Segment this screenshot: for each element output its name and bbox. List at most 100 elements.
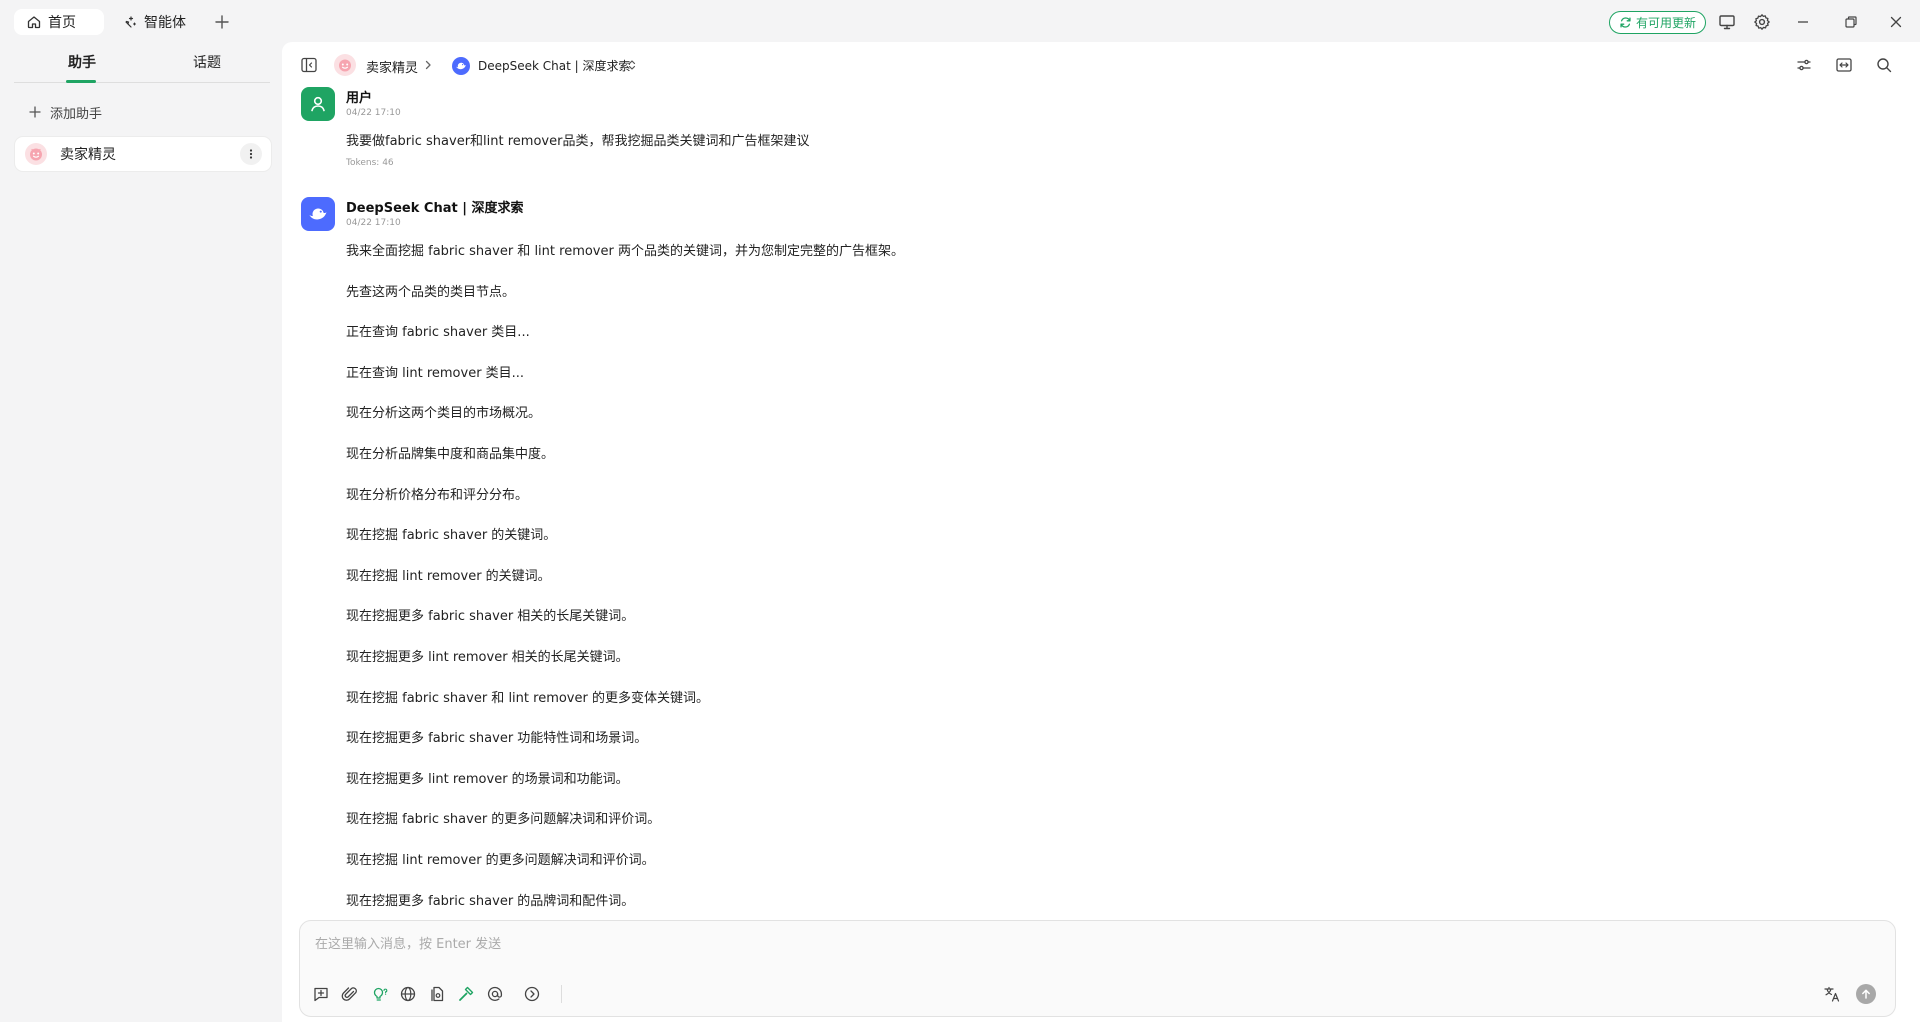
attachment-button[interactable] [341,985,359,1003]
message-list: 用户 04/22 17:10 我要做fabric shaver和lint rem… [282,82,1920,912]
sidebar-item-seller-elf[interactable]: 卖家精灵 [15,137,271,171]
monitor-icon [1719,15,1735,30]
chevron-right-icon [422,59,434,71]
title-bar: 首页 智能体 有可用更新 [0,0,1920,42]
message-paragraph: 现在挖掘 fabric shaver 的更多问题解决词和评价词。 [346,812,661,827]
mcp-tools-icon [459,986,474,1001]
tab-agents-label: 智能体 [144,15,186,31]
message-paragraph: 先查这两个品类的类目节点。 [346,285,516,300]
tab-agents[interactable]: 智能体 [118,9,204,35]
toggle-sidebar-button[interactable] [300,56,320,76]
web-search-icon [400,986,416,1002]
more-tools-button[interactable] [523,985,541,1003]
add-assistant-button[interactable]: 添加助手 [28,100,102,124]
attachment-icon [341,987,357,1001]
send-button[interactable] [1856,984,1876,1004]
sidebar-tab-topics[interactable]: 话题 [193,52,221,72]
model-selector[interactable]: DeepSeek Chat | 深度求索 [478,57,631,74]
message-paragraph: 现在挖掘 lint remover 的关键词。 [346,569,551,584]
sliders-icon [1797,59,1811,71]
update-available-button[interactable]: 有可用更新 [1609,11,1706,34]
message-time: 04/22 17:10 [346,108,401,118]
mention-model-icon [487,986,503,1001]
web-search-button[interactable] [399,985,417,1003]
mcp-tools-button[interactable] [457,985,475,1003]
new-topic-button[interactable] [312,985,330,1003]
more-icon [524,986,540,1002]
message-paragraph: 现在挖掘更多 lint remover 的场景词和功能词。 [346,772,629,787]
home-icon [26,14,42,30]
minimize-icon [1798,21,1808,23]
tab-home-label: 首页 [48,15,76,31]
message-paragraph: 现在挖掘更多 fabric shaver 相关的长尾关键词。 [346,609,635,624]
seller-elf-avatar [25,143,47,165]
deepseek-logo-icon [452,57,470,75]
knowledge-base-icon [431,986,444,1002]
message-paragraph: 现在分析这两个类目的市场概况。 [346,406,542,421]
new-tab-button[interactable] [212,12,232,32]
message-paragraph: 现在挖掘 lint remover 的更多问题解决词和评价词。 [346,853,655,868]
message-text: 我要做fabric shaver和lint remover品类，帮我挖掘品类关键… [346,134,810,149]
reasoning-bulb-icon [373,987,388,1001]
sidebar: 助手 话题 添加助手 卖家精灵 [0,42,282,1022]
deepseek-logo-icon [309,208,327,220]
reasoning-button[interactable] [370,985,388,1003]
assistant-avatar [334,54,356,76]
update-label: 有可用更新 [1635,16,1696,30]
sidebar-tab-assistants[interactable]: 助手 [68,52,96,72]
message-paragraph: 现在挖掘 fabric shaver 和 lint remover 的更多变体关… [346,691,709,706]
chat-main: 卖家精灵 DeepSeek Chat | 深度求索 用户 04/22 17:10… [282,42,1920,1022]
close-button[interactable] [1886,12,1906,32]
search-button[interactable] [1875,56,1895,76]
knowledge-base-button[interactable] [428,985,446,1003]
message-paragraph: 现在挖掘更多 fabric shaver 功能特性词和场景词。 [346,731,648,746]
settings-button[interactable] [1752,12,1772,32]
mention-model-button[interactable] [486,985,504,1003]
monitor-button[interactable] [1717,12,1737,32]
chat-settings-button[interactable] [1795,56,1815,76]
message-paragraph: 现在挖掘 fabric shaver 的关键词。 [346,528,557,543]
active-tab-indicator [66,80,96,83]
message-time: 04/22 17:10 [346,218,401,228]
message-paragraph: 正在查询 lint remover 类目... [346,366,525,381]
message-tokens: Tokens: 46 [346,158,394,168]
close-icon [1890,16,1902,28]
new-topic-icon [314,987,328,1002]
refresh-icon [1619,16,1632,29]
user-avatar [301,87,335,121]
message-author: DeepSeek Chat | 深度求索 [346,201,524,216]
sidebar-item-label: 卖家精灵 [60,147,116,163]
breadcrumb-assistant[interactable]: 卖家精灵 [366,57,418,76]
sidebar-collapse-icon [301,57,317,73]
chevron-updown-icon[interactable] [626,59,638,71]
message-paragraph: 现在分析价格分布和评分分布。 [346,488,529,503]
user-icon [311,96,325,112]
add-assistant-label: 添加助手 [50,106,103,122]
message-paragraph: 我来全面挖掘 fabric shaver 和 lint remover 两个品类… [346,244,904,259]
toolbar-divider [561,985,562,1003]
assistant-more-button[interactable] [240,143,262,165]
translate-button[interactable] [1823,985,1841,1003]
message-paragraph: 现在挖掘更多 fabric shaver 的品牌词和配件词。 [346,894,635,909]
translate-icon [1824,986,1840,1002]
more-vertical-icon [249,149,253,159]
restore-button[interactable] [1841,12,1861,32]
fullscreen-button[interactable] [1835,56,1855,76]
send-icon [1862,989,1870,999]
plus-icon [28,105,42,119]
deepseek-avatar [301,197,335,231]
message-paragraph: 现在分析品牌集中度和商品集中度。 [346,447,555,462]
plus-icon [215,15,229,29]
message-input[interactable]: 在这里输入消息，按 Enter 发送 [315,933,501,952]
minimize-button[interactable] [1793,12,1813,32]
message-paragraph: 正在查询 fabric shaver 类目... [346,325,530,340]
sparkle-icon [122,14,138,30]
expand-icon [1836,58,1852,72]
restore-icon [1845,16,1857,28]
sidebar-divider [14,82,270,83]
search-icon [1877,58,1892,73]
message-author: 用户 [346,91,373,106]
tab-home[interactable]: 首页 [14,9,104,35]
message-input-area[interactable]: 在这里输入消息，按 Enter 发送 [299,920,1896,1017]
message-paragraph: 现在挖掘更多 lint remover 相关的长尾关键词。 [346,650,629,665]
